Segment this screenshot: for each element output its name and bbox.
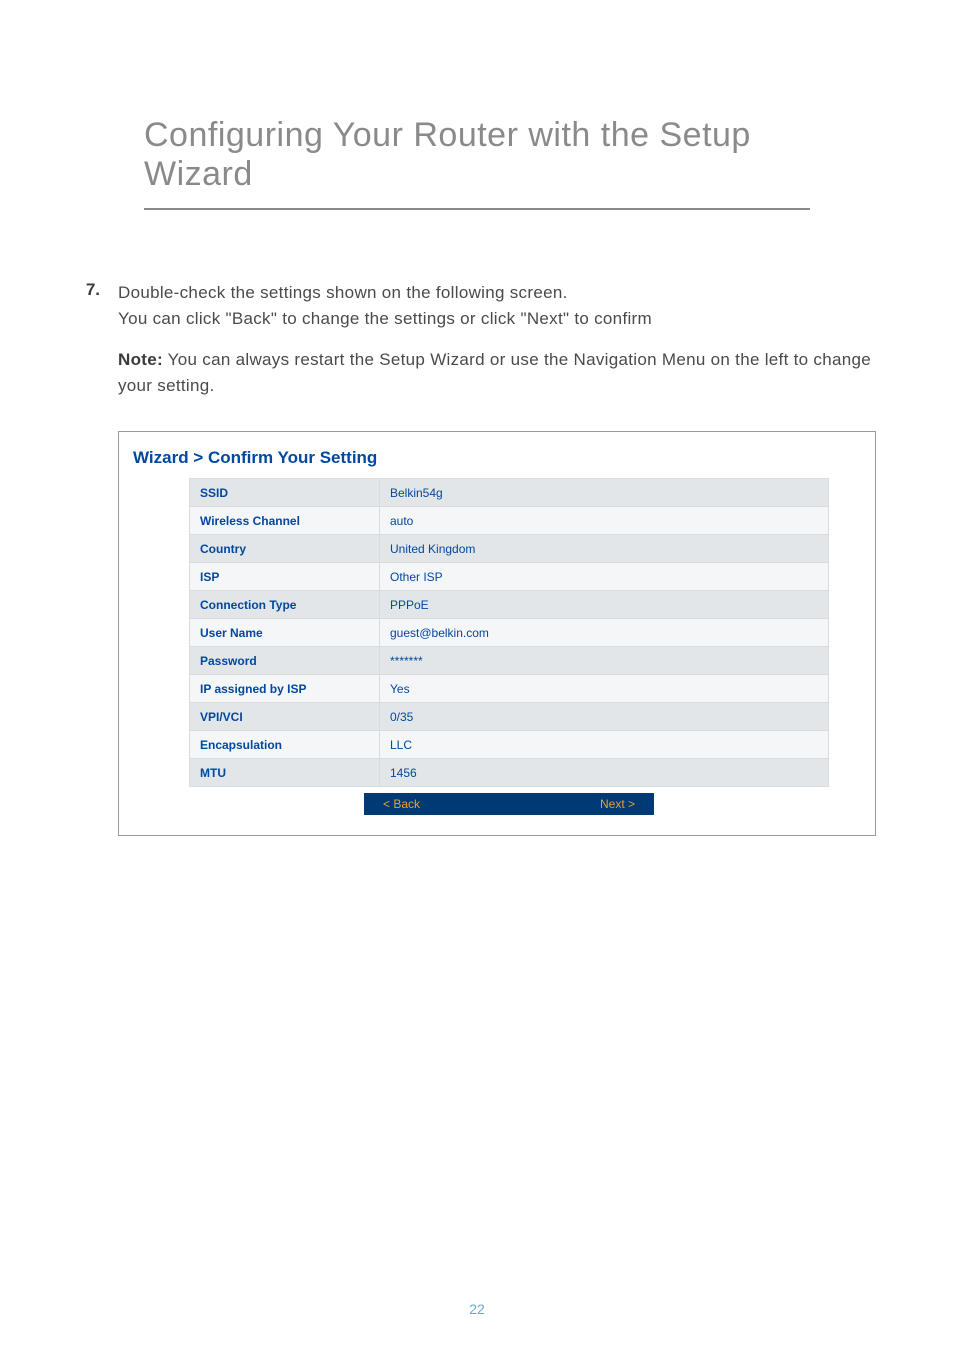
note-text: You can always restart the Setup Wizard … [118,350,871,395]
step-line-1: Double-check the settings shown on the f… [118,283,568,302]
table-row: Wireless Channel auto [190,507,829,535]
table-row: VPI/VCI 0/35 [190,703,829,731]
page-number: 22 [0,1301,954,1317]
setting-label-mtu: MTU [190,759,380,787]
button-row: < Back Next > [189,793,829,815]
setting-label-isp: ISP [190,563,380,591]
setting-value-mtu: 1456 [380,759,829,787]
setting-value-password: ******* [380,647,829,675]
setting-label-user-name: User Name [190,619,380,647]
button-bar: < Back Next > [364,793,654,815]
next-button[interactable]: Next > [600,797,635,811]
setting-label-connection-type: Connection Type [190,591,380,619]
step-line-2: You can click "Back" to change the setti… [118,309,652,328]
setting-value-ip-assigned: Yes [380,675,829,703]
setting-value-connection-type: PPPoE [380,591,829,619]
table-row: ISP Other ISP [190,563,829,591]
setting-label-ip-assigned: IP assigned by ISP [190,675,380,703]
note: Note: You can always restart the Setup W… [118,347,876,400]
step-body: Double-check the settings shown on the f… [118,280,652,333]
table-row: Country United Kingdom [190,535,829,563]
setting-label-password: Password [190,647,380,675]
setting-label-wireless-channel: Wireless Channel [190,507,380,535]
setting-value-wireless-channel: auto [380,507,829,535]
content-area: 7. Double-check the settings shown on th… [0,210,954,836]
setting-value-country: United Kingdom [380,535,829,563]
settings-table: SSID Belkin54g Wireless Channel auto Cou… [189,478,829,787]
wizard-screenshot: Wizard > Confirm Your Setting SSID Belki… [118,431,876,836]
step-number: 7. [78,280,100,333]
table-row: Password ******* [190,647,829,675]
page-title: Configuring Your Router with the Setup W… [144,58,810,210]
setting-label-country: Country [190,535,380,563]
setting-label-vpi-vci: VPI/VCI [190,703,380,731]
back-button[interactable]: < Back [383,797,420,811]
setting-value-encapsulation: LLC [380,731,829,759]
setting-value-user-name: guest@belkin.com [380,619,829,647]
table-row: IP assigned by ISP Yes [190,675,829,703]
table-row: Encapsulation LLC [190,731,829,759]
setting-value-vpi-vci: 0/35 [380,703,829,731]
setting-label-ssid: SSID [190,479,380,507]
table-row: MTU 1456 [190,759,829,787]
setting-label-encapsulation: Encapsulation [190,731,380,759]
breadcrumb: Wizard > Confirm Your Setting [133,448,863,468]
setting-value-isp: Other ISP [380,563,829,591]
note-label: Note: [118,350,163,369]
setting-value-ssid: Belkin54g [380,479,829,507]
step-7: 7. Double-check the settings shown on th… [78,280,876,333]
table-row: User Name guest@belkin.com [190,619,829,647]
table-row: SSID Belkin54g [190,479,829,507]
table-row: Connection Type PPPoE [190,591,829,619]
